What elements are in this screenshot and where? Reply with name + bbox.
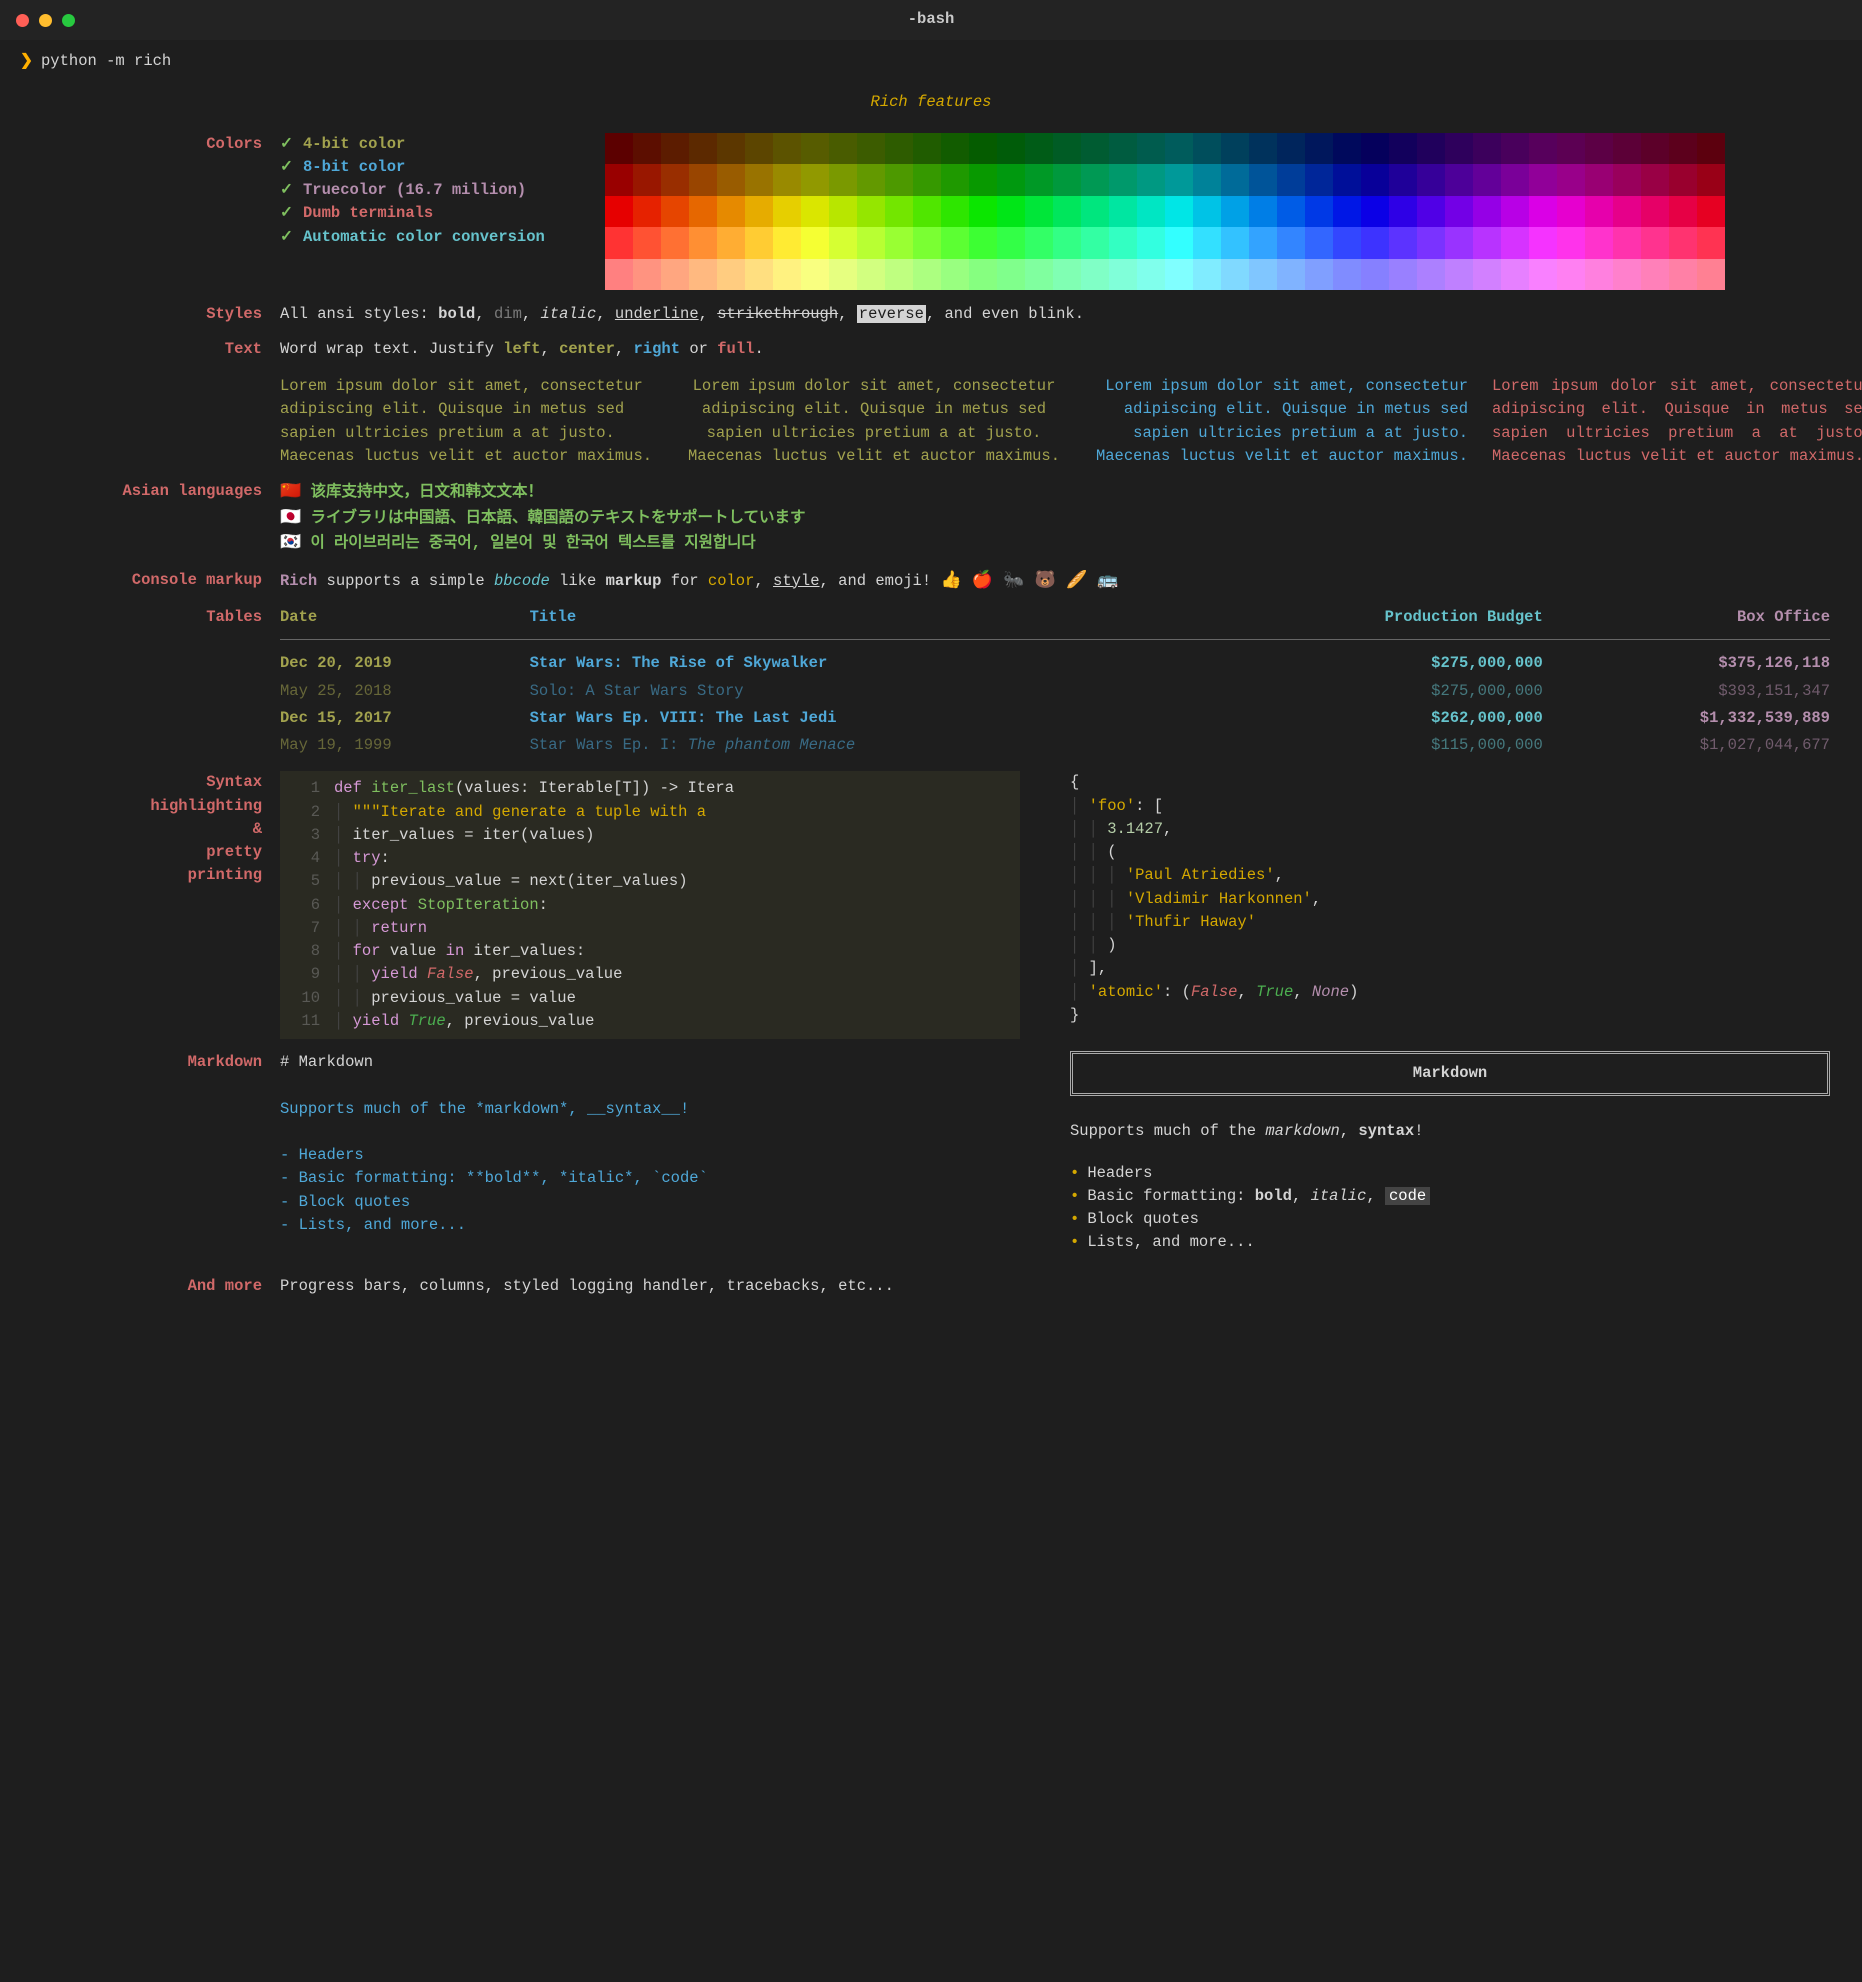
window-title: -bash xyxy=(908,8,955,31)
prompt-line: ❯ python -m rich xyxy=(20,50,1842,73)
close-icon[interactable] xyxy=(16,14,29,27)
prompt-symbol: ❯ xyxy=(20,52,33,70)
table-row: May 25, 2018Solo: A Star Wars Story$275,… xyxy=(280,678,1842,705)
markup-content: Rich supports a simple bbcode like marku… xyxy=(280,569,1842,595)
terminal-window: -bash ❯ python -m rich Rich features Colo… xyxy=(0,0,1862,1350)
section-text: Text Word wrap text. Justify left, cente… xyxy=(20,338,1842,468)
col-date: Date xyxy=(280,606,530,633)
more-text: Progress bars, columns, styled logging h… xyxy=(280,1275,1842,1298)
section-tables: Tables Date Title Production Budget Box … xyxy=(20,606,1842,759)
label-asian: Asian languages xyxy=(20,480,280,503)
col-budget: Production Budget xyxy=(1211,606,1555,633)
label-colors: Colors xyxy=(20,133,280,156)
prompt-command: python -m rich xyxy=(41,52,171,70)
lorem-right: Lorem ipsum dolor sit amet, consectetur … xyxy=(1088,375,1468,468)
color-list: ✓4-bit color ✓8-bit color ✓Truecolor (16… xyxy=(280,133,545,249)
lorem-center: Lorem ipsum dolor sit amet, consectetur … xyxy=(684,375,1064,468)
flag-cn-icon: 🇨🇳 xyxy=(280,483,301,502)
lorem-left: Lorem ipsum dolor sit amet, consectetur … xyxy=(280,375,660,468)
table-row: May 19, 1999Star Wars Ep. I: The phantom… xyxy=(280,732,1842,759)
section-asian: Asian languages 🇨🇳 该库支持中文，日文和韩文文本！ 🇯🇵 ライ… xyxy=(20,480,1842,557)
label-more: And more xyxy=(20,1275,280,1298)
window-controls xyxy=(16,14,75,27)
styles-content: All ansi styles: bold, dim, italic, unde… xyxy=(280,303,1842,326)
section-colors: Colors ✓4-bit color ✓8-bit color ✓Trueco… xyxy=(20,133,1842,291)
text-justify-line: Word wrap text. Justify left, center, ri… xyxy=(280,338,1862,361)
flag-jp-icon: 🇯🇵 xyxy=(280,509,301,528)
section-markup: Console markup Rich supports a simple bb… xyxy=(20,569,1842,595)
section-syntax: Syntax highlighting & pretty printing 1d… xyxy=(20,771,1842,1039)
table-row: Dec 15, 2017Star Wars Ep. VIII: The Last… xyxy=(280,705,1842,732)
emoji-row: 👍 🍎 🐜 🐻 🥖 🚌 xyxy=(940,572,1118,591)
table-row: Dec 20, 2019Star Wars: The Rise of Skywa… xyxy=(280,650,1842,677)
item-8bit: 8-bit color xyxy=(303,158,405,176)
col-box: Box Office xyxy=(1555,606,1842,633)
minimize-icon[interactable] xyxy=(39,14,52,27)
markdown-list: •Headers •Basic formatting: bold, italic… xyxy=(1070,1162,1830,1255)
item-4bit: 4-bit color xyxy=(303,135,405,153)
color-spectrum xyxy=(605,133,1725,291)
page-title: Rich features xyxy=(20,91,1842,114)
markdown-raw: # Markdown Supports much of the *markdow… xyxy=(280,1051,1020,1237)
label-syntax: Syntax highlighting & pretty printing xyxy=(20,771,280,887)
flag-kr-icon: 🇰🇷 xyxy=(280,534,301,553)
col-title: Title xyxy=(530,606,1212,633)
label-markup: Console markup xyxy=(20,569,280,592)
markdown-rendered: Markdown Supports much of the markdown, … xyxy=(1070,1051,1830,1255)
label-tables: Tables xyxy=(20,606,280,629)
label-markdown: Markdown xyxy=(20,1051,280,1074)
terminal-body: ❯ python -m rich Rich features Colors ✓4-… xyxy=(0,40,1862,1350)
titlebar: -bash xyxy=(0,0,1862,40)
zoom-icon[interactable] xyxy=(62,14,75,27)
syntax-code: 1def iter_last(values: Iterable[T]) -> I… xyxy=(280,771,1020,1039)
section-styles: Styles All ansi styles: bold, dim, itali… xyxy=(20,303,1842,326)
markdown-title-box: Markdown xyxy=(1070,1051,1830,1096)
lorem-full: Lorem ipsum dolor sit amet, consectetur … xyxy=(1492,375,1862,468)
section-markdown: Markdown # Markdown Supports much of the… xyxy=(20,1051,1842,1255)
section-more: And more Progress bars, columns, styled … xyxy=(20,1275,1842,1298)
label-styles: Styles xyxy=(20,303,280,326)
pretty-print: {│ 'foo': [│ │ 3.1427,│ │ (│ │ │ 'Paul A… xyxy=(1070,771,1358,1027)
lorem-columns: Lorem ipsum dolor sit amet, consectetur … xyxy=(280,375,1862,468)
item-autoconv: Automatic color conversion xyxy=(303,228,545,246)
item-dumb: Dumb terminals xyxy=(303,204,433,222)
movies-table: Date Title Production Budget Box Office … xyxy=(280,606,1842,759)
label-text: Text xyxy=(20,338,280,361)
item-truecolor: Truecolor (16.7 million) xyxy=(303,181,526,199)
